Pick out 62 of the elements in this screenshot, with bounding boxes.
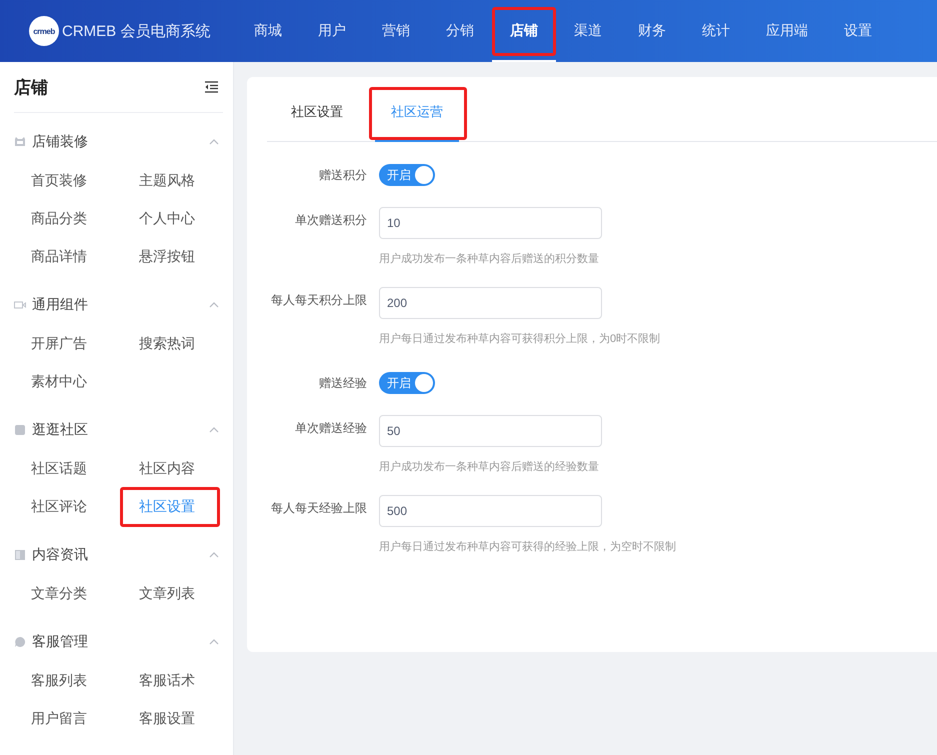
nav-tab[interactable]: 财务 bbox=[620, 0, 684, 62]
field-label: 赠送经验 bbox=[318, 375, 368, 392]
logo-icon: crmeb bbox=[29, 16, 59, 46]
nav-tab[interactable]: 营销 bbox=[364, 0, 428, 62]
field-label: 单次赠送积分 bbox=[294, 212, 368, 229]
nav-tab[interactable]: 统计 bbox=[684, 0, 748, 62]
menu-group-title[interactable]: 内容资讯 bbox=[32, 546, 209, 564]
menu-group-title[interactable]: 客服管理 bbox=[32, 633, 209, 651]
menu-collapse-icon[interactable] bbox=[204, 81, 219, 93]
sidebar-title: 店铺 bbox=[14, 76, 48, 98]
input-field[interactable]: 500 bbox=[379, 495, 602, 527]
menu-item[interactable]: 素材中心 bbox=[31, 363, 87, 401]
menu-group-title[interactable]: 通用组件 bbox=[32, 296, 209, 314]
help-text: 用户每日通过发布种草内容可获得积分上限，为0时不限制 bbox=[379, 332, 660, 346]
menu-item[interactable]: 文章列表 bbox=[139, 575, 195, 613]
tab[interactable]: 社区设置 bbox=[275, 77, 359, 142]
brand-name: CRMEB 会员电商系统 bbox=[62, 22, 210, 40]
menu-item[interactable]: 开屏广告 bbox=[31, 325, 87, 363]
field-label: 每人每天积分上限 bbox=[270, 292, 368, 309]
nav-tab[interactable]: 分销 bbox=[428, 0, 492, 62]
nav-tab[interactable]: 应用端 bbox=[748, 0, 826, 62]
menu-item[interactable]: 主题风格 bbox=[139, 162, 195, 200]
square-icon bbox=[14, 424, 26, 436]
menu-item[interactable]: 客服话术 bbox=[139, 662, 195, 700]
field-label: 单次赠送经验 bbox=[294, 420, 368, 437]
nav-tab[interactable]: 商城 bbox=[236, 0, 300, 62]
menu-item[interactable]: 首页装修 bbox=[31, 162, 87, 200]
help-text: 用户成功发布一条种草内容后赠送的积分数量 bbox=[379, 252, 600, 266]
chevron-up-icon[interactable] bbox=[209, 552, 219, 558]
menu-group-title[interactable]: 逛逛社区 bbox=[32, 421, 209, 439]
chevron-up-icon[interactable] bbox=[209, 139, 219, 145]
nav-tab[interactable]: 渠道 bbox=[556, 0, 620, 62]
field-label: 赠送积分 bbox=[318, 167, 368, 184]
menu-item[interactable]: 社区话题 bbox=[31, 450, 87, 488]
nav-tab[interactable]: 店铺 bbox=[492, 0, 556, 62]
input-field[interactable]: 200 bbox=[379, 287, 602, 319]
nav-tab[interactable]: 用户 bbox=[300, 0, 364, 62]
help-text: 用户每日通过发布种草内容可获得的经验上限，为空时不限制 bbox=[379, 540, 676, 554]
book-icon bbox=[14, 549, 26, 561]
input-field[interactable]: 50 bbox=[379, 415, 602, 447]
chevron-up-icon[interactable] bbox=[209, 427, 219, 433]
chevron-up-icon[interactable] bbox=[209, 639, 219, 645]
menu-item[interactable]: 搜索热词 bbox=[139, 325, 195, 363]
video-icon bbox=[14, 299, 26, 311]
input-field[interactable]: 10 bbox=[379, 207, 602, 239]
chevron-up-icon[interactable] bbox=[209, 302, 219, 308]
menu-item[interactable]: 悬浮按钮 bbox=[139, 238, 195, 276]
menu-item[interactable]: 社区内容 bbox=[139, 450, 195, 488]
nav-tab[interactable]: 设置 bbox=[826, 0, 890, 62]
menu-item[interactable]: 商品详情 bbox=[31, 238, 87, 276]
help-text: 用户成功发布一条种草内容后赠送的经验数量 bbox=[379, 460, 600, 474]
menu-item[interactable]: 社区评论 bbox=[31, 488, 87, 526]
menu-group-title[interactable]: 店铺装修 bbox=[32, 133, 209, 151]
robot-icon bbox=[14, 136, 26, 148]
menu-item[interactable]: 商品分类 bbox=[31, 200, 87, 238]
chat-bubble-icon bbox=[14, 636, 26, 648]
menu-item[interactable]: 文章分类 bbox=[31, 575, 87, 613]
menu-item[interactable]: 个人中心 bbox=[139, 200, 195, 238]
menu-item[interactable]: 客服列表 bbox=[31, 662, 87, 700]
menu-item[interactable]: 客服设置 bbox=[139, 700, 195, 738]
field-label: 每人每天经验上限 bbox=[270, 500, 368, 517]
menu-item[interactable]: 用户留言 bbox=[31, 700, 87, 738]
